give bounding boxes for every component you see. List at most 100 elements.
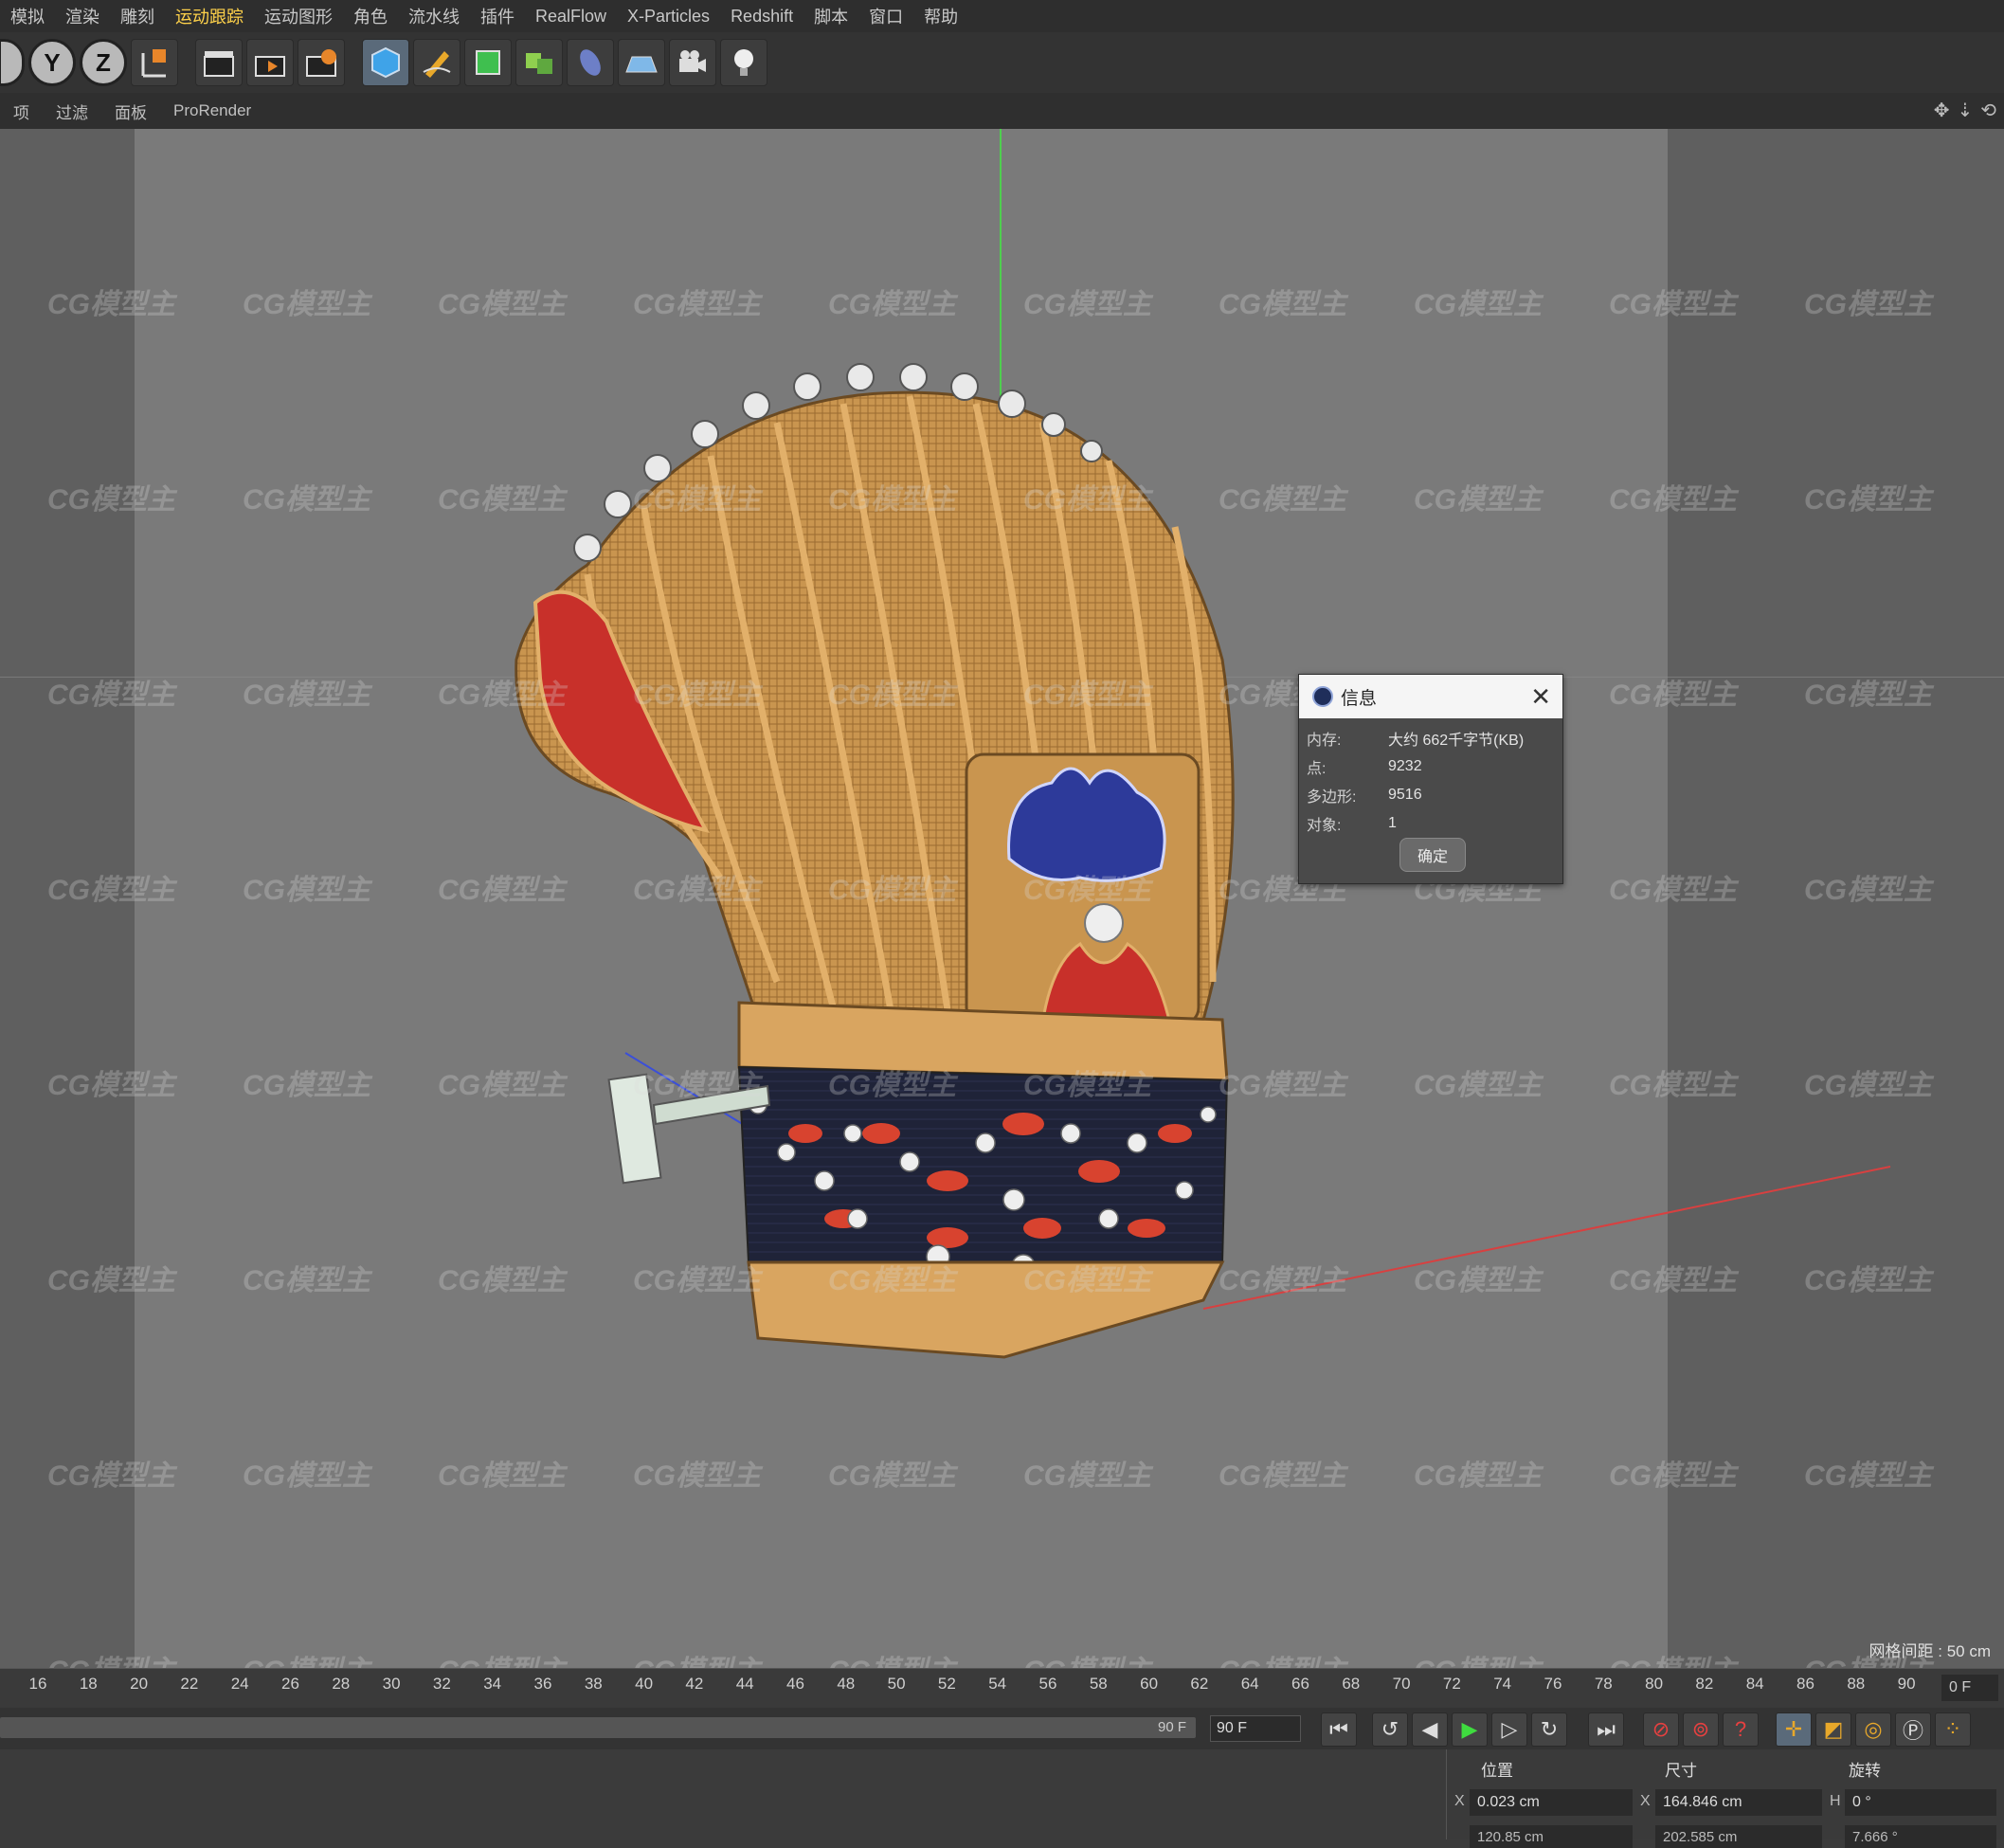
menu-item[interactable]: 窗口	[858, 4, 913, 28]
play-icon: ▶	[1461, 1717, 1478, 1741]
info-label: 点:	[1307, 761, 1327, 777]
menu-item[interactable]: X-Particles	[617, 7, 720, 27]
subdivision-surface-button[interactable]	[464, 39, 512, 86]
menu-item[interactable]: 插件	[470, 4, 525, 28]
go-to-end-button[interactable]: ⏭	[1588, 1712, 1624, 1747]
menu-item[interactable]: 渲染	[55, 4, 110, 28]
key-scale-button[interactable]: ◩	[1815, 1712, 1851, 1747]
timeline-tick-label: 56	[1038, 1675, 1057, 1693]
viewport-menu-item[interactable]: 项	[0, 100, 43, 123]
menu-item[interactable]: 脚本	[803, 4, 858, 28]
close-icon[interactable]: ✕	[1530, 682, 1551, 712]
timeline-ruler[interactable]: 0 F 16 18 20 22 24 26 28 30 32 34 36 38 40 42 44 46 48 50…	[0, 1668, 2004, 1709]
side-bolt-plate	[607, 1073, 662, 1185]
camera-button[interactable]	[669, 39, 716, 86]
coordinate-system-icon	[141, 49, 166, 78]
render-to-picture-viewer-button[interactable]	[246, 39, 294, 86]
rotation-h-field[interactable]: 0 °	[1845, 1789, 1996, 1816]
cube-object-button[interactable]	[362, 39, 409, 86]
zoom-view-icon[interactable]: ⇣	[1957, 99, 1973, 122]
next-frame-button[interactable]: ▷	[1491, 1712, 1527, 1747]
timeline-tick-label: 62	[1190, 1675, 1209, 1693]
time-slider[interactable]: 90 F	[0, 1717, 1196, 1738]
position-y-field[interactable]: 120.85 cm	[1470, 1825, 1633, 1848]
record-active-button[interactable]: ⊘	[1643, 1712, 1679, 1747]
rot-h-label: H	[1830, 1793, 1841, 1809]
render-settings-button[interactable]	[298, 39, 345, 86]
axis-x-lock-button[interactable]	[0, 39, 25, 86]
previous-frame-button[interactable]: ◀	[1412, 1712, 1448, 1747]
menu-item[interactable]: 流水线	[398, 4, 470, 28]
previous-key-button[interactable]: ↺	[1372, 1712, 1408, 1747]
menu-item[interactable]: RealFlow	[525, 7, 617, 27]
autokey-button[interactable]: ⊚	[1683, 1712, 1719, 1747]
floor-scene-button[interactable]	[618, 39, 665, 86]
coordinate-system-button[interactable]	[131, 39, 178, 86]
ok-button[interactable]: 确定	[1399, 838, 1466, 872]
next-key-button[interactable]: ↻	[1531, 1712, 1567, 1747]
viewport-menu-item[interactable]: 过滤	[43, 100, 101, 123]
keyframe-selection-button[interactable]: ?	[1723, 1712, 1759, 1747]
info-value: 1	[1388, 815, 1397, 831]
render-view-button[interactable]	[195, 39, 243, 86]
array-cloner-button[interactable]	[515, 39, 563, 86]
info-value: 大约 662千字节(KB)	[1388, 733, 1525, 749]
axis-y-lock-button[interactable]: Y	[28, 39, 76, 86]
end-frame-field[interactable]: 90 F	[1210, 1715, 1301, 1742]
3d-viewport[interactable]: 网格间距 : 50 cm CG模型主 CG模型主 CG模型主 CG模型主 CG模型主 CG…	[0, 129, 2004, 1668]
next-key-icon: ↻	[1540, 1717, 1559, 1741]
menu-item[interactable]: 模拟	[0, 4, 55, 28]
rotation-p-field[interactable]: 7.666 °	[1845, 1825, 1996, 1848]
band-bottom-rim	[747, 1260, 1225, 1359]
key-pla-button[interactable]: ⁘	[1935, 1712, 1971, 1747]
x-axis-line	[1202, 1166, 1891, 1310]
timeline-tick-label: 30	[382, 1675, 401, 1693]
timeline-tick-label: 34	[483, 1675, 502, 1693]
timeline-tick-label: 90	[1897, 1675, 1916, 1693]
helmet-model[interactable]	[0, 129, 2004, 1668]
timeline-tick-label: 52	[937, 1675, 956, 1693]
deformer-button[interactable]	[567, 39, 614, 86]
timeline-tick-label: 40	[635, 1675, 654, 1693]
timeline-tick-label: 32	[432, 1675, 451, 1693]
cloner-icon	[526, 53, 552, 74]
rotation-header: 旋转	[1849, 1762, 1881, 1780]
skip-start-icon: ⏮	[1329, 1717, 1348, 1741]
key-position-button[interactable]: ✛	[1776, 1712, 1812, 1747]
position-x-field[interactable]: 0.023 cm	[1470, 1789, 1633, 1816]
axis-z-lock-button[interactable]: Z	[80, 39, 127, 86]
timeline-tick-label: 82	[1695, 1675, 1714, 1693]
parameter-key-icon: Ⓟ	[1902, 1719, 1923, 1743]
info-row-memory: 内存: 大约 662千字节(KB)	[1299, 724, 1562, 752]
viewport-nav-controls: ✥ ⇣ ⟲	[1934, 99, 1996, 122]
menu-item[interactable]: 运动跟踪	[165, 4, 254, 28]
size-x-field[interactable]: 164.846 cm	[1655, 1789, 1822, 1816]
cube-icon	[371, 46, 400, 79]
play-button[interactable]: ▶	[1452, 1712, 1488, 1747]
move-view-icon[interactable]: ✥	[1934, 99, 1950, 122]
current-frame-field[interactable]: 0 F	[1941, 1675, 1998, 1701]
menu-item[interactable]: Redshift	[720, 7, 803, 27]
go-to-start-button[interactable]: ⏮	[1321, 1712, 1357, 1747]
step-back-icon: ◀	[1421, 1717, 1438, 1741]
menu-item[interactable]: 雕刻	[110, 4, 165, 28]
viewport-menu-item[interactable]: 面板	[101, 100, 160, 123]
pen-spline-button[interactable]	[413, 39, 460, 86]
rotate-view-icon[interactable]: ⟲	[1980, 99, 1996, 122]
timeline-tick-label: 50	[887, 1675, 906, 1693]
move-key-icon: ✛	[1784, 1717, 1803, 1741]
key-rotation-button[interactable]: ◎	[1855, 1712, 1891, 1747]
info-dialog: 信息 ✕ 内存: 大约 662千字节(KB) 点: 9232 多边形: 9516 对象…	[1298, 674, 1563, 884]
light-button[interactable]	[720, 39, 767, 86]
menu-item[interactable]: 角色	[343, 4, 398, 28]
key-parameter-button[interactable]: Ⓟ	[1895, 1712, 1931, 1747]
size-y-field[interactable]: 202.585 cm	[1655, 1825, 1822, 1848]
menu-item[interactable]: 运动图形	[254, 4, 343, 28]
step-forward-icon: ▷	[1501, 1717, 1518, 1741]
timeline-tick-label: 58	[1089, 1675, 1108, 1693]
info-dialog-title: 信息	[1341, 688, 1378, 709]
subdivision-cube-icon	[476, 50, 500, 75]
timeline-tick-label: 86	[1796, 1675, 1814, 1693]
menu-item[interactable]: 帮助	[913, 4, 968, 28]
viewport-menu-item[interactable]: ProRender	[160, 101, 264, 120]
